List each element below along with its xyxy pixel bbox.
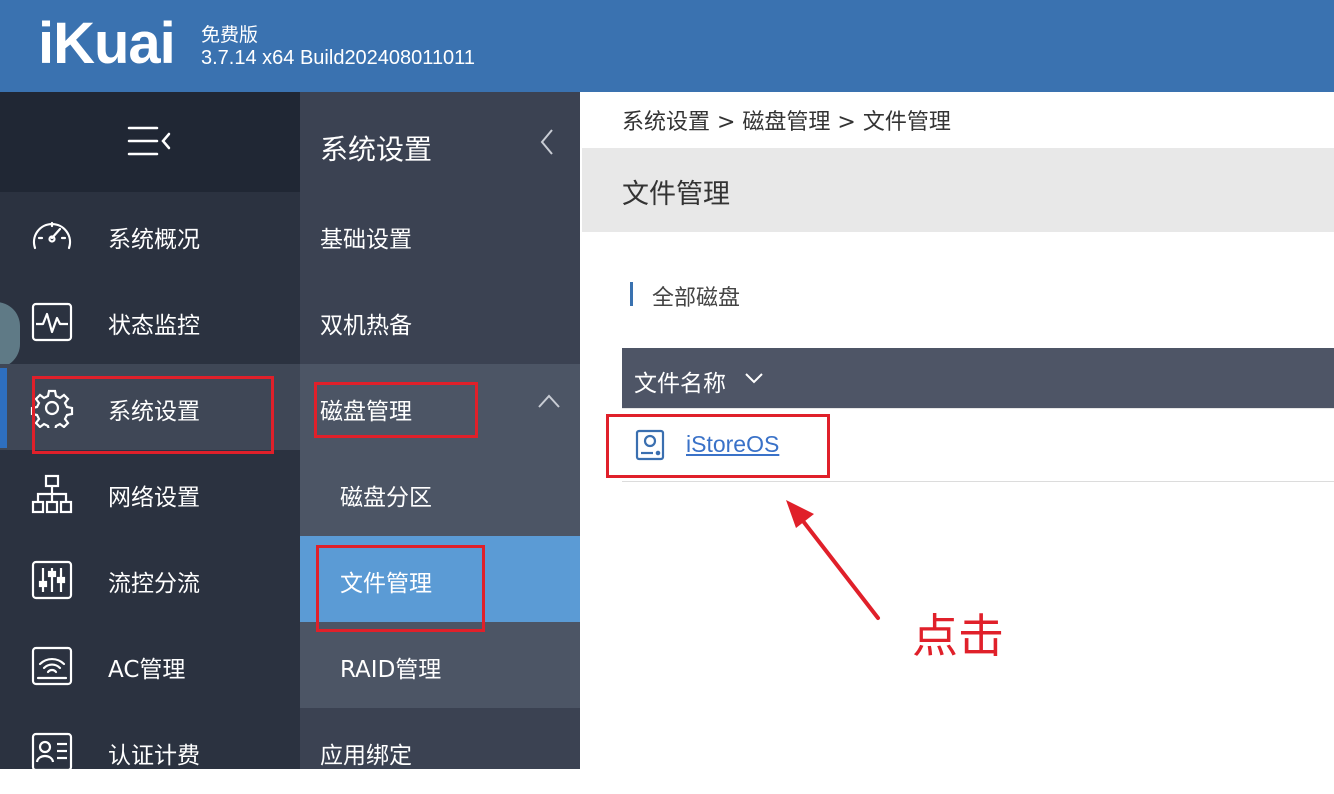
sidebar-toggle-area	[0, 92, 300, 192]
sliders-icon	[31, 560, 73, 600]
ikuai-logo[interactable]: iKuai	[38, 10, 176, 77]
active-indicator	[0, 368, 7, 448]
sidebar-item-monitor[interactable]: 状态监控	[0, 278, 300, 364]
page-title: 文件管理	[622, 179, 730, 210]
sidebar-item-label: 流控分流	[108, 571, 200, 597]
sidebar-item-network[interactable]: 网络设置	[0, 450, 300, 536]
column-header-filename[interactable]: 文件名称	[634, 364, 726, 398]
submenu-title: 系统设置	[320, 133, 433, 166]
wifi-ac-icon	[31, 646, 73, 686]
edition-label: 免费版	[201, 24, 259, 46]
section-marker	[630, 282, 633, 306]
menu-collapse-icon[interactable]	[127, 122, 173, 160]
table-header: 文件名称	[622, 348, 1334, 408]
highlight-box-disk-management	[314, 382, 478, 438]
annotation-click-label: 点击	[912, 609, 1004, 663]
annotation-arrow-icon	[786, 500, 880, 620]
highlight-box-istoreos	[606, 414, 830, 478]
highlight-box-file-management	[316, 545, 485, 632]
sidebar-item-label: 认证计费	[108, 743, 200, 769]
chevron-left-icon[interactable]	[538, 126, 556, 158]
network-icon	[31, 474, 73, 514]
section-title: 全部磁盘	[652, 286, 741, 311]
breadcrumb: 系统设置 > 磁盘管理 > 文件管理	[622, 110, 951, 135]
submenu-item-label: 磁盘分区	[340, 485, 432, 511]
chevron-up-icon[interactable]	[536, 392, 562, 410]
page-header: 文件管理	[582, 148, 1334, 232]
sidebar-item-overview[interactable]: 系统概况	[0, 192, 300, 278]
submenu-item-app-binding[interactable]: 应用绑定	[300, 708, 580, 794]
submenu-item-basic[interactable]: 基础设置	[300, 192, 580, 278]
highlight-box-system-settings	[32, 376, 274, 454]
id-card-icon	[31, 732, 73, 772]
submenu-item-raid[interactable]: RAID管理	[300, 622, 580, 708]
submenu-item-disk-partition[interactable]: 磁盘分区	[300, 450, 580, 536]
dashboard-icon	[32, 221, 72, 250]
submenu-item-label: 基础设置	[320, 227, 412, 253]
sidebar-item-label: 状态监控	[108, 313, 200, 339]
build-version: 3.7.14 x64 Build202408011011	[201, 47, 475, 69]
submenu-item-hot-standby[interactable]: 双机热备	[300, 278, 580, 364]
sidebar-item-label: 系统概况	[108, 227, 200, 253]
submenu-item-label: 双机热备	[320, 313, 412, 339]
submenu-item-label: 应用绑定	[320, 743, 412, 769]
monitor-icon	[31, 302, 73, 342]
submenu-item-label: RAID管理	[340, 657, 442, 683]
sidebar-item-ac[interactable]: AC管理	[0, 622, 300, 708]
sidebar-item-auth-billing[interactable]: 认证计费	[0, 708, 300, 794]
sidebar-item-flow-control[interactable]: 流控分流	[0, 536, 300, 622]
sidebar-item-label: 网络设置	[108, 485, 200, 511]
chevron-down-icon[interactable]	[744, 372, 764, 384]
sidebar-item-label: AC管理	[108, 657, 186, 683]
top-header: iKuai 免费版 3.7.14 x64 Build202408011011	[0, 0, 1334, 92]
